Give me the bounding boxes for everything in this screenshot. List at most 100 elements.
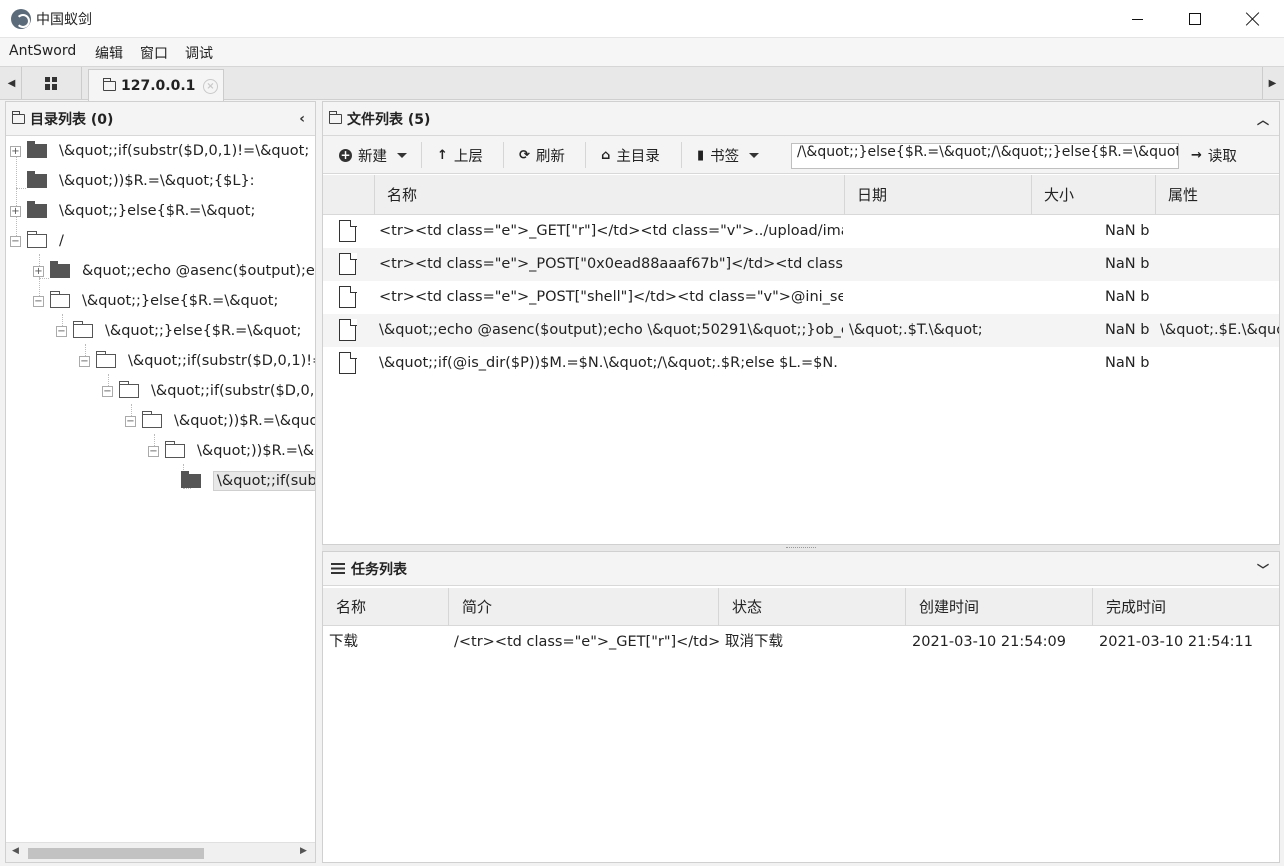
folder-icon xyxy=(142,411,162,428)
file-row[interactable]: <tr><td class="e">_POST["0x0ead88aaaf67b… xyxy=(323,248,1279,281)
file-row[interactable]: \&quot;;echo @asenc($output);echo \&quot… xyxy=(323,314,1279,347)
scroll-left-icon[interactable]: ◀ xyxy=(12,846,19,856)
tree-node[interactable]: \&quot;))$R.=\&quot;{$L}: xyxy=(10,170,255,192)
file-name: \&quot;;echo @asenc($output);echo \&quot… xyxy=(379,322,843,338)
expand-icon[interactable]: + xyxy=(10,205,21,217)
home-icon: ⌂ xyxy=(601,148,611,163)
collapse-icon[interactable]: − xyxy=(10,235,21,247)
scroll-right-icon[interactable]: ▶ xyxy=(300,846,307,856)
tree-node[interactable]: + \&quot;;if(substr($D,0,1)!=\&quot; xyxy=(10,140,309,162)
tab-scroll-right-button[interactable]: ▶ xyxy=(1262,67,1282,99)
chevron-down-icon xyxy=(397,153,407,158)
file-size: NaN b xyxy=(1105,289,1150,305)
task-column-created[interactable]: 创建时间 xyxy=(906,588,1093,626)
bookmark-button[interactable]: ▮ 书签 xyxy=(697,145,760,166)
task-status[interactable]: 取消下载 xyxy=(725,626,905,659)
task-column-desc[interactable]: 简介 xyxy=(449,588,719,626)
task-column-finished[interactable]: 完成时间 xyxy=(1093,588,1279,626)
collapse-icon[interactable]: − xyxy=(33,295,44,307)
tree-node-label: \&quot;;if(substr($D,0,1) xyxy=(151,383,315,399)
tree-node[interactable]: − \&quot;;}else{$R.=\&quot; xyxy=(56,320,301,342)
folder-icon xyxy=(27,231,47,248)
tab-close-icon[interactable]: × xyxy=(203,79,218,94)
file-icon xyxy=(339,219,357,242)
collapse-icon[interactable]: − xyxy=(56,325,67,337)
read-button[interactable]: → 读取 xyxy=(1191,145,1237,166)
menu-edit[interactable]: 编辑 xyxy=(95,43,123,63)
file-row[interactable]: <tr><td class="e">_POST["shell"]</td><td… xyxy=(323,281,1279,314)
column-size[interactable]: 大小 xyxy=(1032,175,1156,215)
maximize-button[interactable] xyxy=(1166,0,1224,38)
tree-node[interactable]: − / xyxy=(10,230,64,252)
tree-node-label: \&quot;;if(substr($D,0,1)!= xyxy=(128,353,315,369)
window-title: 中国蚁剑 xyxy=(36,12,92,28)
file-date xyxy=(849,248,1029,281)
menu-antsword[interactable]: AntSword xyxy=(9,43,76,59)
file-attr: \&quot;.$E.\&quot; xyxy=(1160,322,1279,338)
collapse-icon[interactable]: − xyxy=(102,385,113,397)
tree-node[interactable]: + \&quot;;}else{$R.=\&quot; xyxy=(10,200,255,222)
task-created: 2021-03-10 21:54:09 xyxy=(912,634,1066,650)
task-column-status[interactable]: 状态 xyxy=(719,588,906,626)
menu-debug[interactable]: 调试 xyxy=(185,43,213,63)
tree-node[interactable]: − \&quot;))$R.=\&quot;{$L} xyxy=(148,440,315,462)
refresh-button[interactable]: ⟳ 刷新 xyxy=(519,145,565,166)
tree-node[interactable]: \&quot;;if(substr($D xyxy=(171,470,315,492)
tree-node-label: &quot;;echo @asenc($output);echo xyxy=(82,263,315,279)
column-name[interactable]: 名称 xyxy=(375,175,845,215)
maximize-icon xyxy=(1189,13,1201,25)
tab-127-0-0-1[interactable]: 127.0.0.1 × xyxy=(88,69,224,101)
tab-bar: ◀ 127.0.0.1 × ▶ xyxy=(0,66,1284,101)
minimize-icon xyxy=(1131,18,1143,20)
task-finished: 2021-03-10 21:54:11 xyxy=(1099,634,1253,650)
collapse-icon[interactable]: − xyxy=(148,445,159,457)
collapse-left-icon[interactable]: ‹ xyxy=(299,111,305,127)
file-icon xyxy=(339,285,357,308)
file-list-panel: 文件列表 (5) ︿ + 新建 ↑ 上层 ⟳ 刷新 ⌂ 主目录 ▮ 书签 /\&… xyxy=(322,101,1280,545)
up-button[interactable]: ↑ 上层 xyxy=(437,145,483,166)
grid-icon xyxy=(45,76,58,90)
collapse-icon[interactable]: − xyxy=(79,355,90,367)
scrollbar-thumb[interactable] xyxy=(28,848,204,859)
file-name: <tr><td class="e">_POST["0x0ead88aaaf67b… xyxy=(379,256,843,272)
tree-node-label: \&quot;;}else{$R.=\&quot; xyxy=(105,323,302,339)
file-row[interactable]: \&quot;;if(@is_dir($P))$M.=$N.\&quot;/\&… xyxy=(323,347,1279,380)
tab-home[interactable] xyxy=(22,67,82,99)
tree-horizontal-scrollbar[interactable]: ◀ ▶ xyxy=(6,842,315,862)
collapse-icon[interactable]: − xyxy=(125,415,136,427)
task-row[interactable]: 下载 /<tr><td class="e">_GET["r"]</td> 取消下… xyxy=(323,626,1279,659)
folder-icon xyxy=(27,201,47,218)
task-list-title: 任务列表 xyxy=(351,561,407,578)
path-input[interactable]: /\&quot;;}else{$R.=\&quot;/\&quot;;}else… xyxy=(791,143,1179,169)
expand-icon[interactable]: + xyxy=(33,265,44,277)
tree-node[interactable]: + &quot;;echo @asenc($output);echo xyxy=(33,260,315,282)
new-button[interactable]: + 新建 xyxy=(339,145,407,166)
collapse-down-icon[interactable]: ﹀ xyxy=(1257,561,1269,578)
tree-node[interactable]: − \&quot;;if(substr($D,0,1) xyxy=(102,380,315,402)
close-button[interactable] xyxy=(1224,0,1282,38)
tree-node-label: \&quot;))$R.=\&quot;{$L}: xyxy=(59,173,255,189)
collapse-up-icon[interactable]: ︿ xyxy=(1257,111,1269,128)
file-icon xyxy=(339,252,357,275)
folder-icon xyxy=(50,261,70,278)
minimize-button[interactable] xyxy=(1108,0,1166,38)
file-row[interactable]: <tr><td class="e">_GET["r"]</td><td clas… xyxy=(323,215,1279,248)
menu-window[interactable]: 窗口 xyxy=(140,43,168,63)
directory-tree: + \&quot;;if(substr($D,0,1)!=\&quot; \&quo… xyxy=(6,136,315,842)
tree-node[interactable]: − \&quot;;}else{$R.=\&quot; xyxy=(33,290,278,312)
expand-icon[interactable]: + xyxy=(10,145,21,157)
file-list-title: 文件列表 (5) xyxy=(347,111,431,128)
task-column-name[interactable]: 名称 xyxy=(323,588,449,626)
tree-node[interactable]: − \&quot;))$R.=\&quot;{$L} xyxy=(125,410,315,432)
tree-node-label: / xyxy=(59,233,64,249)
home-button[interactable]: ⌂ 主目录 xyxy=(601,145,660,166)
file-grid-header: 名称 日期 大小 属性 xyxy=(323,175,1279,215)
tree-node-label: \&quot;))$R.=\&quot;{$L} xyxy=(197,443,315,459)
refresh-label: 刷新 xyxy=(535,149,565,165)
tree-node[interactable]: − \&quot;;if(substr($D,0,1)!= xyxy=(79,350,315,372)
column-date[interactable]: 日期 xyxy=(845,175,1032,215)
tab-scroll-left-button[interactable]: ◀ xyxy=(2,67,22,99)
column-attr[interactable]: 属性 xyxy=(1156,175,1279,215)
file-icon xyxy=(339,318,357,341)
file-icon xyxy=(339,351,357,374)
